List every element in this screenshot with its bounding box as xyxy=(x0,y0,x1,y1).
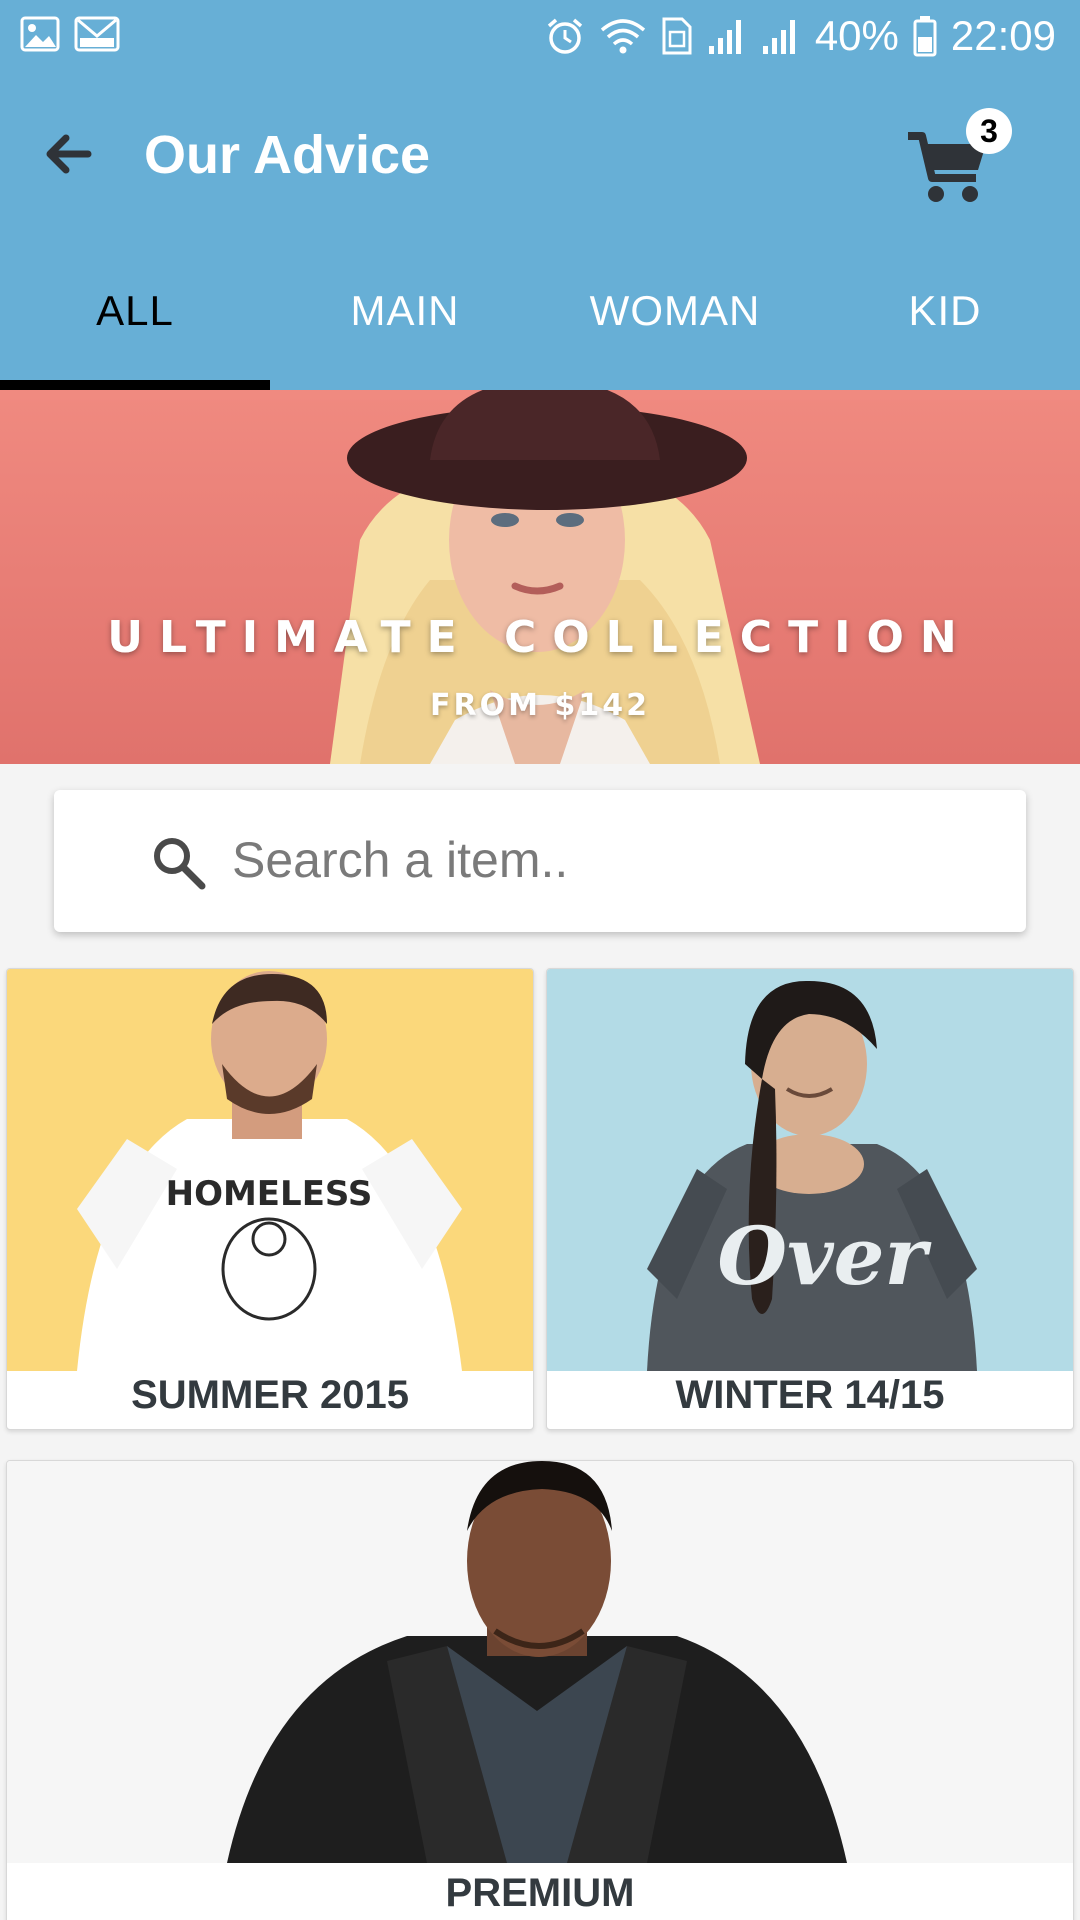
status-bar: 40% 22:09 xyxy=(0,0,1080,72)
summer-shirt-text: HOMELESS xyxy=(166,1174,373,1214)
gallery-icon xyxy=(20,16,60,52)
sim-icon xyxy=(661,16,693,56)
banner-title: ULTIMATE COLLECTION xyxy=(107,612,973,663)
cart-button[interactable]: 3 xyxy=(900,108,1020,218)
cart-count-badge: 3 xyxy=(966,108,1012,154)
clock: 22:09 xyxy=(950,12,1056,59)
tab-woman[interactable]: WOMAN xyxy=(540,240,810,390)
search-bar[interactable] xyxy=(54,790,1026,932)
tab-label: ALL xyxy=(96,287,174,334)
search-input[interactable] xyxy=(222,820,1002,900)
collection-label: WINTER 14/15 xyxy=(675,1373,945,1417)
signal-icon xyxy=(707,16,747,56)
premium-collection-image xyxy=(7,1461,1073,1863)
collection-card-premium[interactable]: PREMIUM xyxy=(6,1460,1074,1920)
tab-label: WOMAN xyxy=(589,287,761,334)
tab-all[interactable]: ALL xyxy=(0,240,270,390)
battery-icon xyxy=(913,15,937,57)
mail-icon xyxy=(74,16,120,52)
collection-card-winter[interactable]: Over WINTER 14/15 xyxy=(546,968,1074,1430)
tab-label: KID xyxy=(908,287,982,334)
banner-subtitle: FROM $142 xyxy=(430,688,650,723)
winter-collection-image: Over xyxy=(547,969,1073,1371)
category-tabs: ALL MAIN WOMAN KID xyxy=(0,240,1080,390)
system-status: 40% 22:09 xyxy=(545,10,1056,62)
notification-icons xyxy=(20,16,120,52)
arrow-left-icon xyxy=(46,134,92,174)
promo-banner[interactable]: ULTIMATE COLLECTION FROM $142 xyxy=(0,390,1080,764)
page-title: Our Advice xyxy=(144,125,431,185)
tab-kid[interactable]: KID xyxy=(810,240,1080,390)
wifi-icon xyxy=(599,16,647,56)
app-screen: 40% 22:09 Our Advice 3 ALL MAIN WOMAN KI… xyxy=(0,0,1080,1920)
app-bar: Our Advice 3 xyxy=(0,72,1080,240)
collection-card-summer[interactable]: HOMELESS SUMMER 2015 xyxy=(6,968,534,1430)
signal-icon xyxy=(761,16,801,56)
summer-collection-image: HOMELESS xyxy=(7,969,533,1371)
collection-label: PREMIUM xyxy=(445,1871,635,1915)
tab-main[interactable]: MAIN xyxy=(270,240,540,390)
collection-label: SUMMER 2015 xyxy=(131,1373,409,1417)
tab-label: MAIN xyxy=(350,287,460,334)
alarm-icon xyxy=(545,16,585,56)
back-button[interactable] xyxy=(36,122,100,186)
winter-shirt-text: Over xyxy=(717,1209,931,1303)
battery-percent: 40% xyxy=(814,12,899,59)
search-icon xyxy=(150,834,208,897)
